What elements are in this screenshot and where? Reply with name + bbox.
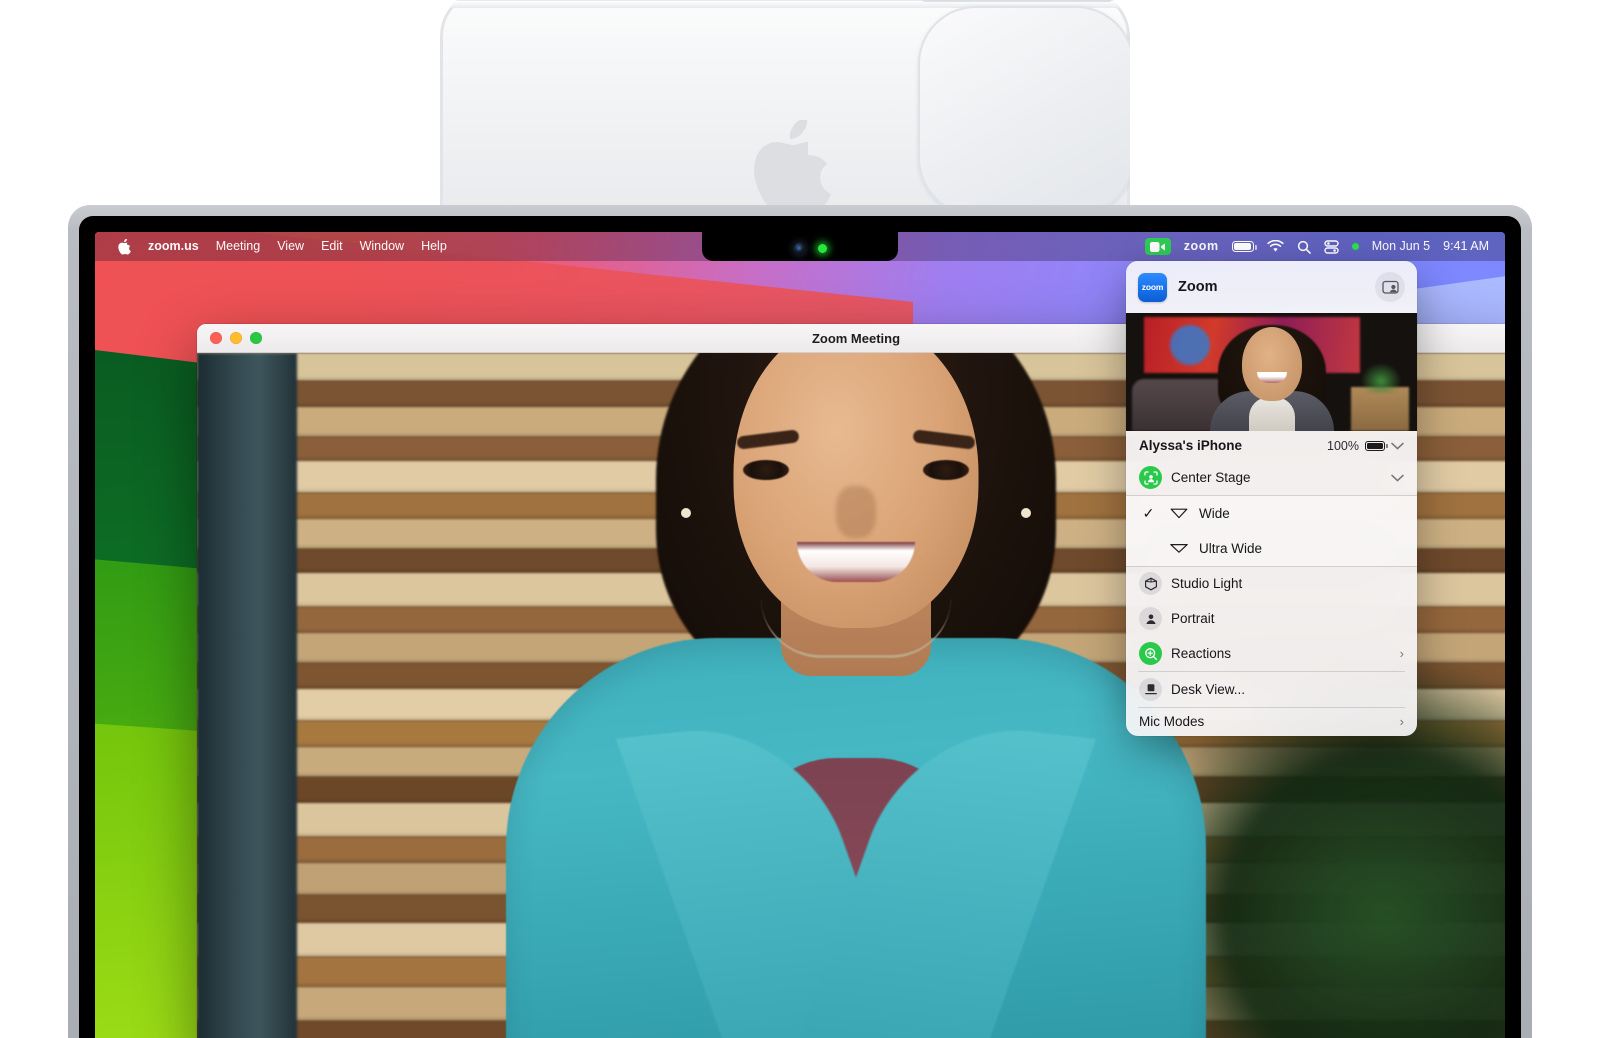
participant-earring-left — [681, 508, 691, 518]
menu-bar-time[interactable]: 9:41 AM — [1443, 240, 1489, 253]
iphone-continuity-camera — [440, 0, 1130, 208]
mic-modes-label: Mic Modes — [1139, 714, 1205, 729]
background-column — [197, 353, 297, 1038]
iphone-camera-module — [918, 6, 1130, 208]
studio-light-icon — [1139, 572, 1162, 595]
panel-row-ultra-wide[interactable]: Ultra Wide — [1126, 531, 1417, 566]
device-status: 100% — [1327, 439, 1404, 453]
battery-icon[interactable] — [1231, 241, 1257, 252]
chevron-down-icon[interactable] — [1391, 474, 1404, 482]
facetime-camera-icon — [794, 243, 805, 254]
preview-person-face — [1241, 327, 1302, 401]
wide-lens-icon — [1167, 502, 1190, 525]
panel-row-portrait[interactable]: Portrait — [1126, 601, 1417, 636]
wifi-icon[interactable] — [1267, 240, 1284, 253]
chevron-right-icon[interactable]: › — [1400, 646, 1404, 661]
camera-in-use-indicator — [818, 244, 827, 253]
minimize-button[interactable] — [230, 332, 242, 344]
participant-earring-right — [1021, 508, 1031, 518]
zoom-app-icon-label: zoom — [1141, 282, 1164, 292]
display-notch — [702, 232, 898, 261]
panel-row-center-stage[interactable]: Center Stage — [1126, 460, 1417, 495]
search-icon[interactable] — [1297, 240, 1311, 254]
ultra-wide-lens-label: Ultra Wide — [1199, 540, 1263, 556]
center-stage-label: Center Stage — [1171, 470, 1251, 485]
traffic-lights — [197, 332, 262, 344]
reactions-label: Reactions — [1171, 646, 1232, 661]
desk-view-label: Desk View... — [1171, 681, 1246, 697]
preview-plant — [1361, 363, 1401, 393]
menu-item-help[interactable]: Help — [421, 240, 447, 253]
video-camera-icon[interactable] — [1144, 238, 1171, 255]
device-name: Alyssa's iPhone — [1139, 438, 1243, 453]
maximize-button[interactable] — [250, 332, 262, 344]
panel-row-device[interactable]: Alyssa's iPhone 100% — [1126, 431, 1417, 460]
apple-logo-icon — [754, 120, 831, 208]
panel-row-reactions[interactable]: Reactions › — [1126, 636, 1417, 671]
menu-item-window[interactable]: Window — [360, 240, 404, 253]
close-button[interactable] — [210, 332, 222, 344]
panel-row-studio-light[interactable]: Studio Light — [1126, 566, 1417, 601]
chevron-down-icon[interactable] — [1391, 442, 1404, 450]
preview-person — [1208, 325, 1336, 431]
wide-lens-label: Wide — [1199, 505, 1230, 521]
control-center-icon[interactable] — [1324, 239, 1339, 254]
apple-menu-icon[interactable] — [117, 238, 131, 255]
video-effects-icon[interactable] — [1375, 272, 1405, 302]
panel-app-name: Zoom — [1178, 279, 1218, 295]
menu-item-view[interactable]: View — [277, 240, 304, 253]
menu-bar-status-area: zoom Mon Jun 5 9:41 AM — [1144, 238, 1505, 255]
center-stage-icon — [1139, 466, 1162, 489]
lens-options-group: ✓ Wide Ultra Wide — [1126, 495, 1417, 566]
menu-item-meeting[interactable]: Meeting — [216, 240, 260, 253]
panel-row-desk-view[interactable]: Desk View... — [1126, 672, 1417, 707]
menu-bar-zoom-label[interactable]: zoom — [1184, 240, 1219, 253]
chevron-right-icon[interactable]: › — [1400, 714, 1404, 729]
participant-eye-left — [743, 460, 789, 480]
menu-bar-date[interactable]: Mon Jun 5 — [1372, 240, 1430, 253]
macbook-pro: zoom.us Meeting View Edit Window Help zo… — [68, 205, 1532, 1038]
menu-item-zoomus[interactable]: zoom.us — [148, 240, 199, 253]
menu-item-edit[interactable]: Edit — [321, 240, 343, 253]
participant-blazer — [506, 638, 1206, 1038]
display-bezel: zoom.us Meeting View Edit Window Help zo… — [79, 216, 1521, 1038]
display-screen: zoom.us Meeting View Edit Window Help zo… — [95, 232, 1505, 1038]
checkmark-icon: ✓ — [1142, 504, 1155, 521]
panel-row-wide[interactable]: ✓ Wide — [1126, 496, 1417, 531]
green-dot-icon — [1351, 243, 1359, 250]
battery-icon — [1365, 440, 1388, 451]
device-battery-percent: 100% — [1327, 438, 1359, 453]
zoom-app-icon: zoom — [1138, 272, 1167, 302]
menu-bar-left: zoom.us Meeting View Edit Window Help — [95, 238, 447, 255]
continuity-camera-panel: zoom Zoom Alyssa's iPhone 100% Center St… — [1126, 261, 1417, 736]
portrait-label: Portrait — [1171, 611, 1215, 626]
camera-preview[interactable] — [1126, 313, 1417, 431]
meeting-participant-video — [491, 353, 1221, 1038]
participant-eye-right — [923, 460, 969, 480]
panel-header: zoom Zoom — [1126, 261, 1417, 313]
portrait-icon — [1139, 607, 1162, 630]
ultra-wide-lens-icon — [1167, 537, 1190, 560]
screenshot-root: zoom.us Meeting View Edit Window Help zo… — [0, 0, 1600, 1038]
participant-nose — [836, 486, 876, 538]
studio-light-label: Studio Light — [1171, 576, 1243, 591]
desk-view-icon — [1139, 677, 1162, 701]
iphone-antenna-band — [922, 0, 1112, 2]
panel-row-mic-modes[interactable]: Mic Modes › — [1126, 707, 1417, 736]
preview-side-table — [1351, 387, 1409, 431]
preview-person-collar — [1248, 397, 1295, 431]
reactions-icon — [1139, 642, 1162, 665]
